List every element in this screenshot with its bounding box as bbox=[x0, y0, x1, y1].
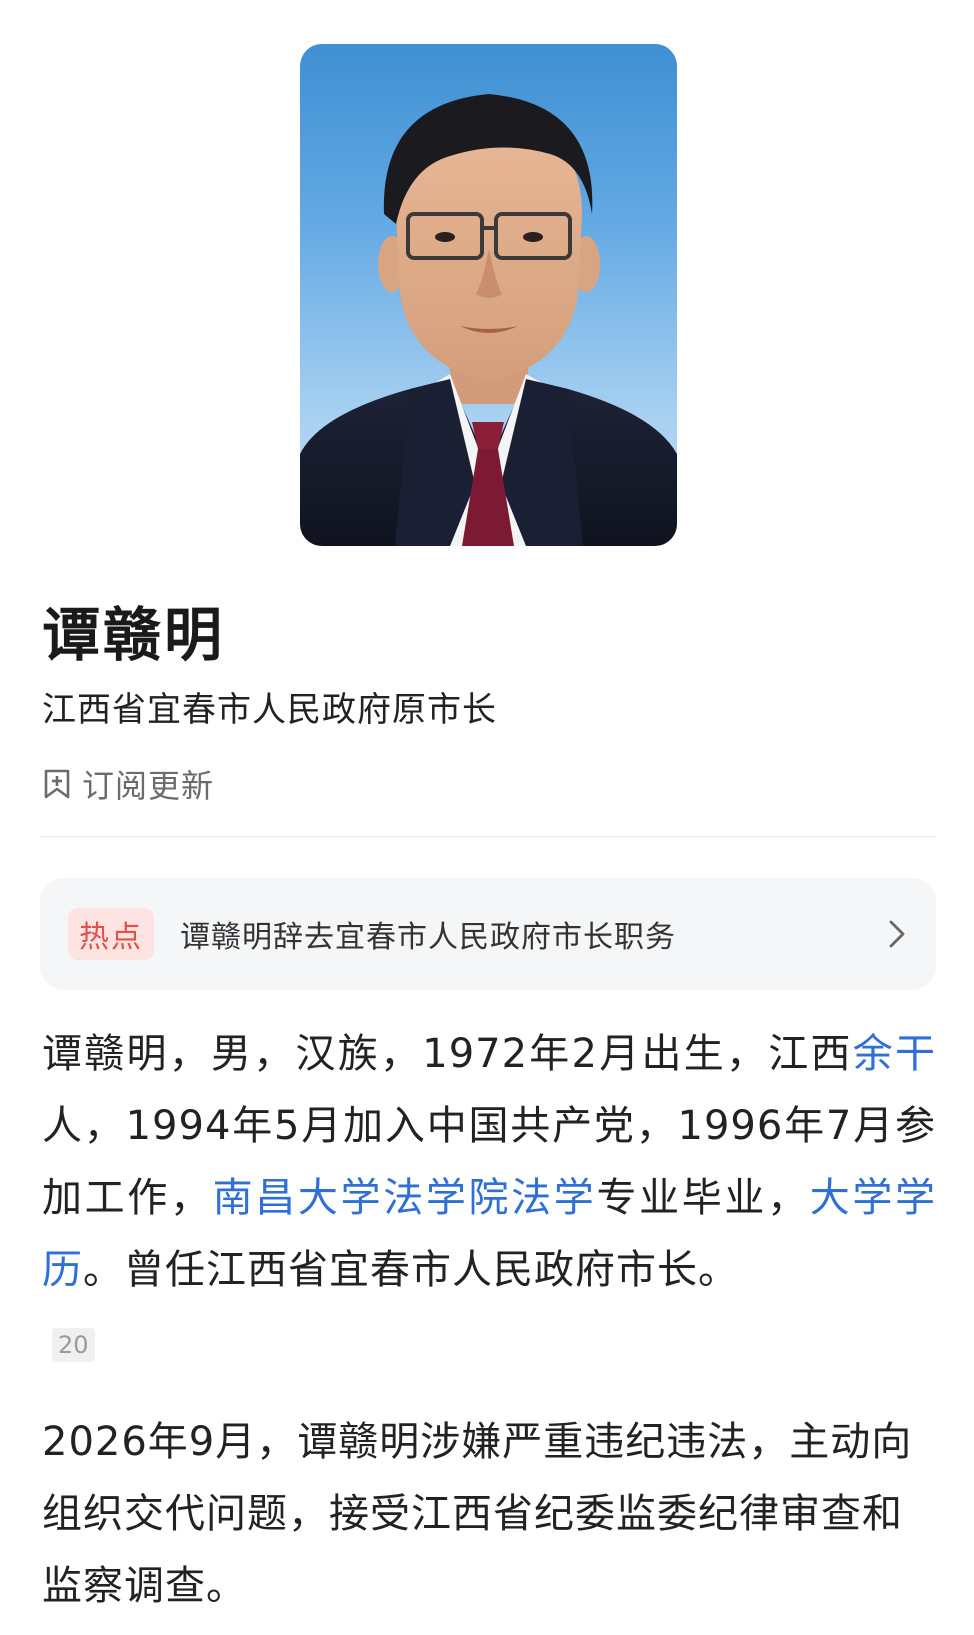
person-name: 谭赣明 bbox=[42, 601, 226, 669]
bio-paragraph-2: 2026年9月，谭赣明涉嫌严重违纪违法，主动向组织交代问题，接受江西省纪委监委纪… bbox=[42, 1419, 913, 1609]
hot-news-card[interactable]: 热点 谭赣明辞去宜春市人民政府市长职务 bbox=[40, 878, 936, 990]
divider bbox=[40, 836, 936, 837]
baike-person-page: 谭赣明 江西省宜春市人民政府原市长 订阅更新 热点 谭赣明辞去宜春市人民政府市长… bbox=[0, 0, 974, 1635]
link-nanchang-university-law[interactable]: 南昌大学法学院法学 bbox=[213, 1175, 597, 1221]
portrait-photo bbox=[300, 44, 677, 546]
bio-text: 。曾任江西省宜春市人民政府市长。 bbox=[83, 1247, 739, 1293]
citation-badge[interactable]: 20 bbox=[52, 1328, 95, 1362]
bio-text: 专业毕业， bbox=[596, 1175, 810, 1221]
hot-headline: 谭赣明辞去宜春市人民政府市长职务 bbox=[180, 920, 676, 955]
bio-paragraph-1: 谭赣明，男，汉族，1972年2月出生，江西余干人，1994年5月加入中国共产党，… bbox=[42, 1018, 936, 1306]
bookmark-plus-icon bbox=[42, 768, 72, 800]
chevron-right-icon bbox=[888, 919, 906, 949]
bio-text: 谭赣明，男，汉族，1972年2月出生，江西 bbox=[42, 1031, 853, 1077]
citation-row: 20 bbox=[52, 1322, 95, 1362]
subscribe-button[interactable]: 订阅更新 bbox=[42, 764, 215, 805]
subscribe-label: 订阅更新 bbox=[82, 767, 215, 805]
person-position: 江西省宜春市人民政府原市长 bbox=[42, 690, 497, 730]
hot-badge: 热点 bbox=[68, 908, 154, 960]
link-yugan[interactable]: 余干 bbox=[853, 1031, 936, 1077]
